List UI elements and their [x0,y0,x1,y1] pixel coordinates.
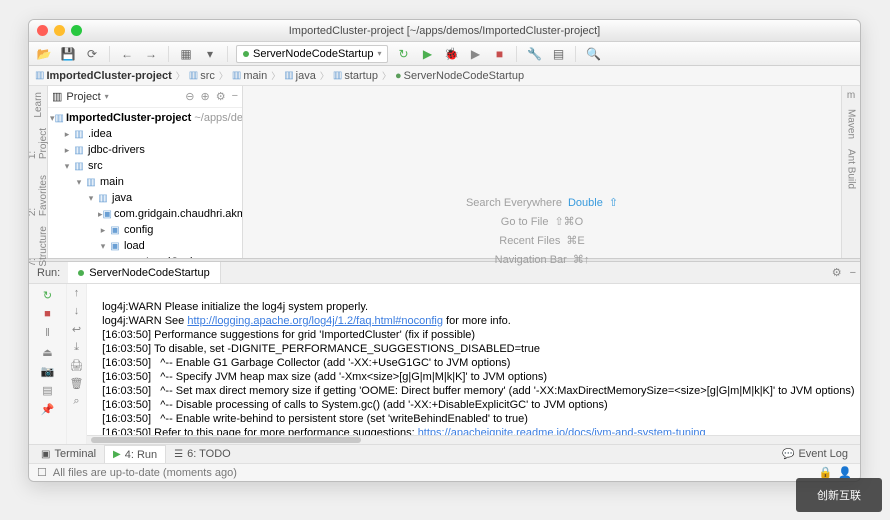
tab-eventlog[interactable]: 💬Event Log [774,445,856,463]
main-toolbar: 📂 💾 ⟳ ← → ▦ ▾ ServerNodeCodeStartup ▾ ↻ … [29,42,860,66]
crumb-startup[interactable]: startup [344,70,378,82]
bottom-tool-tabs: ▣Terminal ▶4: Run ☰6: TODO 💬Event Log [29,444,860,463]
tab-terminal[interactable]: ▣Terminal [33,445,104,463]
run-settings-icon[interactable]: ⚙ [828,266,846,279]
run-tab[interactable]: ServerNodeCodeStartup [68,262,220,283]
run-panel: Run: ServerNodeCodeStartup ⚙ − ↻ ■ ‖ ⏏ 📷… [29,262,860,444]
clear-icon[interactable]: 🗑 [70,377,84,391]
hide-icon[interactable]: − [232,90,238,103]
wrap-icon[interactable]: ↩ [70,323,84,337]
up-icon[interactable]: ↑ [70,287,84,301]
titlebar: ImportedCluster-project [~/apps/demos/Im… [29,20,860,42]
crumb-main[interactable]: main [243,70,267,82]
tab-run[interactable]: ▶4: Run [104,445,166,463]
save-icon[interactable]: 💾 [59,45,77,63]
crumb-src[interactable]: src [200,70,215,82]
target-icon[interactable]: ⊕ [200,90,209,103]
collapse-icon[interactable]: ⊖ [185,90,194,103]
pause-icon[interactable]: ‖ [40,325,56,341]
layout-icon[interactable]: ▤ [40,382,56,398]
run-side-toolbar-2: ↑ ↓ ↩ ⤓ 🖨 🗑 ⌕ [67,284,87,444]
statusbar: ☐ All files are up-to-date (moments ago)… [29,463,860,481]
close-icon[interactable] [37,25,48,36]
watermark: 创新互联 [796,478,882,512]
pin-icon[interactable]: 📌 [40,401,56,417]
h-scrollbar[interactable] [87,435,860,444]
filter-icon[interactable]: ⌕ [70,395,84,409]
stop-icon[interactable]: ■ [490,45,508,63]
print-icon[interactable]: 🖨 [70,359,84,373]
right-tool-strip: m Maven Ant Build [841,86,860,258]
run-icon[interactable]: ↻ [394,45,412,63]
build-icon[interactable]: ▦ [177,45,195,63]
dump-icon[interactable]: 📷 [40,363,56,379]
gear-icon[interactable]: ⚙ [216,90,226,103]
search-icon[interactable]: 🔍 [584,45,602,63]
open-icon[interactable]: 📂 [35,45,53,63]
project-sidebar: ▥Project▾ ⊖ ⊕ ⚙ − ▾▥ImportedCluster-proj… [48,86,243,258]
tool-maven[interactable]: Maven [846,107,857,141]
tool-favorites[interactable]: 2: Favorites [28,173,49,218]
tool-learn[interactable]: Learn [33,90,44,120]
status-text: All files are up-to-date (moments ago) [53,467,237,479]
structure-icon[interactable]: ▤ [549,45,567,63]
coverage-icon[interactable]: ▶ [466,45,484,63]
rerun-icon[interactable]: ↻ [40,287,56,303]
crumb-class[interactable]: ServerNodeCodeStartup [404,70,524,82]
sync-icon[interactable]: ⟳ [83,45,101,63]
editor-area: Search Everywhere Double ⇧ Go to File ⇧⌘… [243,86,841,258]
run-config-selector[interactable]: ServerNodeCodeStartup ▾ [236,45,388,63]
stop-icon[interactable]: ■ [40,306,56,322]
debug-icon[interactable]: 🐞 [442,45,460,63]
minimize-icon[interactable] [54,25,65,36]
menu-icon[interactable]: ▾ [201,45,219,63]
scroll-icon[interactable]: ⤓ [70,341,84,355]
crumb-root[interactable]: ImportedCluster-project [46,70,171,82]
settings-icon[interactable]: 🔧 [525,45,543,63]
down-icon[interactable]: ↓ [70,305,84,319]
window-title: ImportedCluster-project [~/apps/demos/Im… [29,25,860,37]
tool-structure[interactable]: 7: Structure [28,224,49,269]
run-config-name: ServerNodeCodeStartup [253,48,373,60]
tab-todo[interactable]: ☰6: TODO [166,445,239,463]
tool-project[interactable]: 1: Project [28,126,49,161]
project-tree[interactable]: ▾▥ImportedCluster-project ~/apps/demos/I… [48,108,242,258]
left-tool-strip: Learn 1: Project 2: Favorites 7: Structu… [29,86,48,258]
back-icon[interactable]: ← [118,45,136,63]
run-minimize-icon[interactable]: − [846,267,860,279]
tool-ant[interactable]: Ant Build [846,147,857,191]
zoom-icon[interactable] [71,25,82,36]
run-side-toolbar: ↻ ■ ‖ ⏏ 📷 ▤ 📌 [29,284,67,444]
sidebar-title[interactable]: Project [66,91,100,103]
forward-icon[interactable]: → [142,45,160,63]
breadcrumb[interactable]: ▥ImportedCluster-project 〉▥src 〉▥main 〉▥… [29,66,860,86]
crumb-java[interactable]: java [296,70,316,82]
play-icon[interactable]: ▶ [418,45,436,63]
exit-icon[interactable]: ⏏ [40,344,56,360]
console-output[interactable]: log4j:WARN Please initialize the log4j s… [87,284,860,435]
